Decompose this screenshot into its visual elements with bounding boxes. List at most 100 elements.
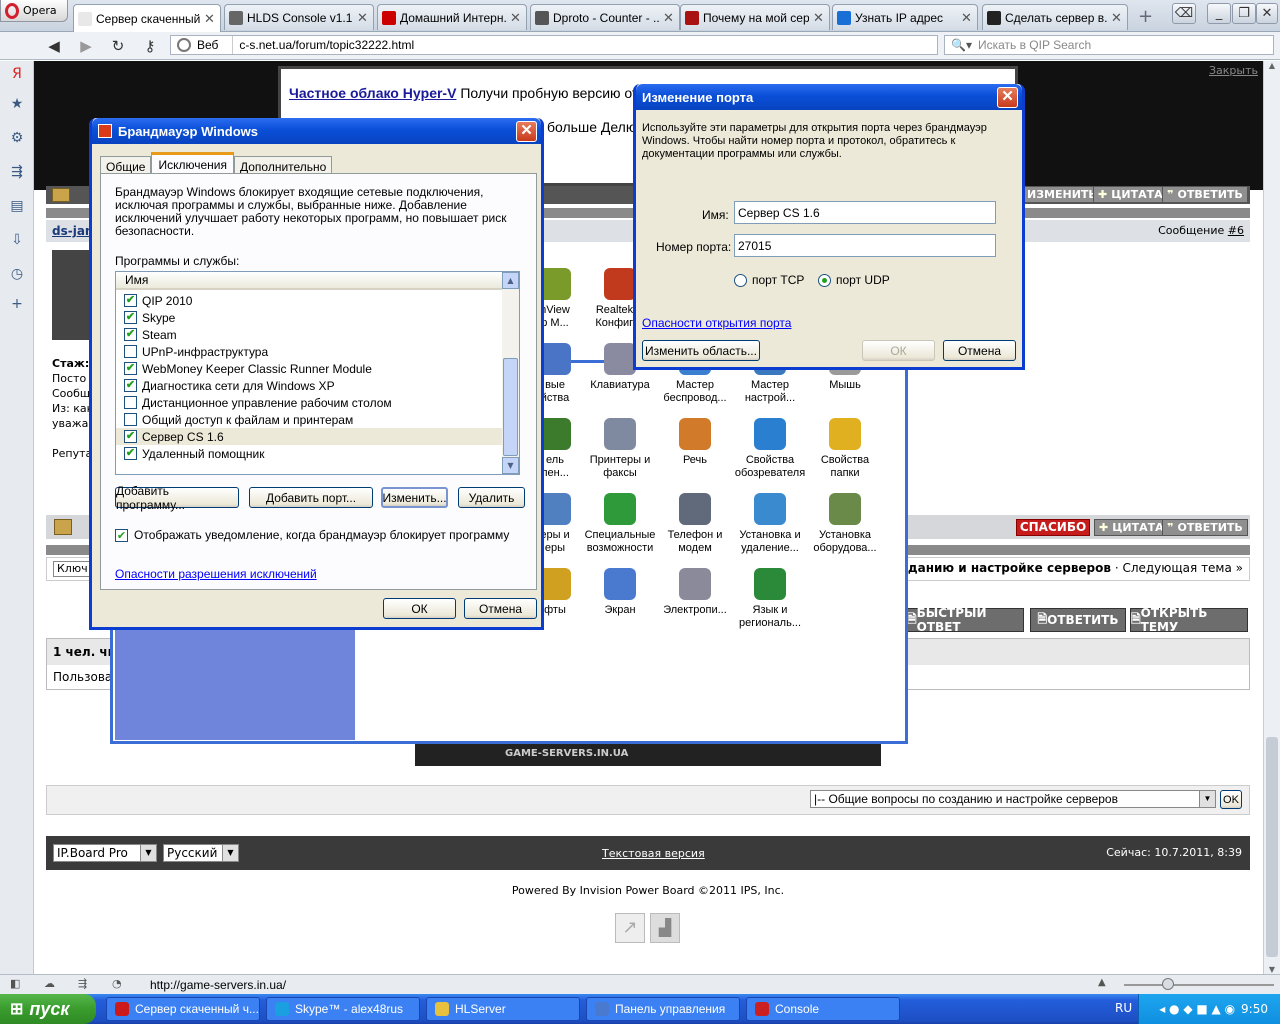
edit-button[interactable]: ИЗМЕНИТЬ (1022, 186, 1102, 203)
forum-jump-select[interactable]: |-- Общие вопросы по созданию и настройк… (810, 790, 1216, 808)
close-window-button[interactable]: ✕ (1256, 3, 1278, 24)
address-url[interactable]: c-s.net.ua/forum/topic32222.html (233, 38, 414, 52)
program-checkbox[interactable] (124, 396, 137, 409)
key-icon[interactable]: ⚷ (140, 36, 160, 56)
program-row[interactable]: ✔ Сервер CS 1.6 (116, 428, 502, 445)
page-scrollbar[interactable]: ▲ ▼ (1263, 61, 1280, 974)
browser-tab[interactable]: Почему на мой сер... ✕ (680, 4, 830, 30)
tcp-radio[interactable] (734, 273, 747, 287)
tab-close-icon[interactable]: ✕ (204, 11, 216, 27)
quote-button-2[interactable]: ✚ ЦИТАТА (1094, 519, 1169, 536)
control-panel-item[interactable]: Электропи... (655, 568, 735, 617)
control-panel-item[interactable]: Принтеры и факсы (580, 418, 660, 480)
tab-close-icon[interactable]: ✕ (813, 10, 825, 26)
program-row[interactable]: ✔ Skype (116, 309, 502, 326)
post-author[interactable]: ds-jan (52, 224, 93, 238)
taskbar-item[interactable]: HLServer (426, 997, 580, 1021)
fast-reply-button[interactable]: 🗎 БЫСТРЫЙ ОТВЕТ (906, 606, 1024, 634)
search-engine-icon[interactable]: 🔍▾ (945, 38, 978, 52)
ad-close-link[interactable]: Закрыть (1209, 64, 1258, 77)
zoom-slider[interactable] (1124, 984, 1274, 986)
minimize-button[interactable]: _ (1207, 3, 1231, 24)
start-button[interactable]: ⊞ пуск (0, 994, 96, 1024)
add-program-button[interactable]: Добавить программу... (115, 484, 239, 512)
firewall-ok-button[interactable]: ОК (383, 598, 456, 619)
thanks-button[interactable]: СПАСИБО (1016, 519, 1090, 536)
control-panel-item[interactable]: Установка и удаление... (730, 493, 810, 555)
message-number-link[interactable]: #6 (1228, 224, 1244, 237)
address-bar[interactable]: Веб c-s.net.ua/forum/topic32222.html (170, 35, 938, 55)
port-number-input[interactable]: 27015 (734, 234, 996, 257)
text-version-link[interactable]: Текстовая версия (602, 847, 705, 860)
restore-button[interactable]: ❐ (1232, 3, 1256, 24)
browser-tab[interactable]: Dproto - Counter - ... ✕ (530, 4, 680, 30)
control-panel-item[interactable]: Язык и региональ... (730, 568, 810, 630)
next-topic-link[interactable]: · Следующая тема » (1115, 561, 1243, 575)
program-checkbox[interactable]: ✔ (124, 294, 137, 307)
exceptions-risk-link[interactable]: Опасности разрешения исключений (115, 567, 317, 581)
cloud-icon[interactable]: ☁ (44, 977, 55, 990)
change-scope-button[interactable]: Изменить область... (642, 340, 760, 361)
program-row[interactable]: Общий доступ к файлам и принтерам (116, 411, 502, 428)
list-scrollbar[interactable]: ▲ ▼ (502, 272, 519, 474)
firewall-close-button[interactable]: ✕ (516, 121, 537, 142)
program-checkbox[interactable]: ✔ (124, 430, 137, 443)
program-checkbox[interactable]: ✔ (124, 311, 137, 324)
game-servers-banner[interactable]: GAME-SERVERS.IN.UA (415, 744, 881, 766)
browser-tab[interactable]: Узнать IP адрес ✕ (832, 4, 978, 30)
new-tab-icon[interactable]: + (1138, 6, 1153, 27)
udp-radio[interactable] (818, 273, 831, 287)
control-panel-item[interactable]: Экран (580, 568, 660, 617)
history-icon[interactable]: ◷ (8, 265, 26, 283)
yandex-icon[interactable]: Я (8, 65, 26, 83)
program-row[interactable]: UPnP-инфраструктура (116, 343, 502, 360)
browser-tab[interactable]: Сервер скаченный ... ✕ (73, 4, 221, 32)
program-checkbox[interactable]: ✔ (124, 447, 137, 460)
program-row[interactable]: ✔ QIP 2010 (116, 292, 502, 309)
back-icon[interactable]: ◀ (44, 36, 64, 56)
taskbar-item[interactable]: Skype™ - alex48rus (266, 997, 420, 1021)
zoom-arrow-icon[interactable]: ▲ (1098, 977, 1106, 988)
port-ok-button[interactable]: ОК (862, 340, 935, 361)
speed-icon[interactable]: ◔ (112, 977, 122, 990)
program-checkbox[interactable] (124, 413, 137, 426)
add-port-button[interactable]: Добавить порт... (249, 487, 373, 508)
share-status-icon[interactable]: ⇶ (78, 977, 87, 990)
bookmarks-icon[interactable]: ★ (8, 95, 26, 113)
add-panel-icon[interactable]: + (8, 295, 26, 313)
program-row[interactable]: ✔ Диагностика сети для Windows XP (116, 377, 502, 394)
stats-icon[interactable]: ▟ (650, 913, 680, 943)
panel-toggle-icon[interactable]: ◧ (10, 977, 20, 990)
opera-menu-button[interactable]: Opera (0, 0, 68, 22)
search-field[interactable]: 🔍▾ Искать в QIP Search (944, 35, 1274, 55)
page-scroll-thumb[interactable] (1266, 737, 1278, 957)
control-panel-item[interactable]: Речь (655, 418, 735, 467)
trash-icon[interactable]: ⌫ (1172, 3, 1196, 24)
lang-indicator[interactable]: RU (1115, 1001, 1132, 1015)
gear-icon[interactable]: ⚙ (8, 129, 26, 147)
search-input[interactable]: Искать в QIP Search (978, 38, 1091, 52)
column-header-name[interactable]: Имя (116, 272, 502, 290)
tab-close-icon[interactable]: ✕ (357, 10, 369, 26)
tab-close-icon[interactable]: ✕ (510, 10, 522, 26)
scroll-thumb[interactable] (503, 358, 518, 456)
program-row[interactable]: ✔ Удаленный помощник (116, 445, 502, 462)
notes-icon[interactable]: ▤ (8, 197, 26, 215)
share-icon[interactable]: ⇶ (8, 163, 26, 181)
forward-icon[interactable]: ▶ (76, 36, 96, 56)
port-name-input[interactable]: Сервер CS 1.6 (734, 201, 996, 224)
control-panel-item[interactable]: Установка оборудова... (805, 493, 885, 555)
tab-close-icon[interactable]: ✕ (1111, 10, 1123, 26)
taskbar-item[interactable]: Console (746, 997, 900, 1021)
program-row[interactable]: ✔ Steam (116, 326, 502, 343)
program-row[interactable]: ✔ WebMoney Keeper Classic Runner Module (116, 360, 502, 377)
firewall-cancel-button[interactable]: Отмена (464, 598, 537, 619)
port-risk-link[interactable]: Опасности открытия порта (642, 316, 791, 330)
program-checkbox[interactable]: ✔ (124, 379, 137, 392)
browser-tab[interactable]: Сделать сервер в... ✕ (982, 4, 1128, 30)
control-panel-item[interactable]: Специальные возможности (580, 493, 660, 555)
control-panel-item[interactable]: Телефон и модем (655, 493, 735, 555)
browser-tab[interactable]: Домашний Интерн... ✕ (377, 4, 527, 30)
browser-tab[interactable]: HLDS Console v1.1 ... ✕ (224, 4, 374, 30)
port-close-button[interactable]: ✕ (997, 87, 1018, 108)
